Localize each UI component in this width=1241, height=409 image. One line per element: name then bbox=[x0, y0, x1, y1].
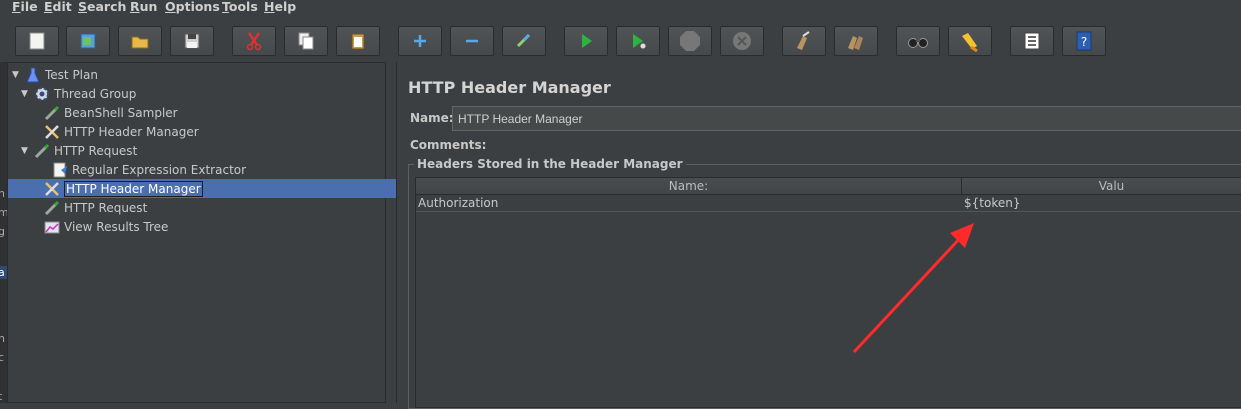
save-button[interactable] bbox=[170, 26, 214, 56]
expand-toggle-icon[interactable]: ▼ bbox=[21, 146, 33, 156]
clear-all-icon bbox=[848, 36, 863, 50]
menu-bar: File Edit Search Run Options Tools Help bbox=[0, 0, 1241, 16]
reset-search-icon bbox=[962, 33, 978, 52]
tree-node-regex-extractor[interactable]: Regular Expression Extractor bbox=[39, 160, 246, 179]
new-button[interactable] bbox=[15, 26, 59, 56]
expand-button[interactable] bbox=[398, 26, 442, 56]
open-button[interactable] bbox=[118, 26, 162, 56]
extractor-icon bbox=[51, 161, 69, 179]
help-button[interactable]: ? bbox=[1062, 26, 1106, 56]
function-helper-icon bbox=[1024, 32, 1040, 50]
start-icon bbox=[582, 34, 592, 48]
menu-file[interactable]: File bbox=[12, 0, 38, 14]
collapse-icon bbox=[466, 39, 478, 43]
panel-title: HTTP Header Manager bbox=[408, 78, 611, 97]
header-value-cell[interactable]: ${token} bbox=[962, 195, 1241, 211]
column-header-name[interactable]: Name: bbox=[416, 178, 962, 195]
sampler-icon bbox=[43, 104, 61, 122]
name-field[interactable] bbox=[452, 106, 1241, 131]
edge-text: m bbox=[0, 206, 7, 219]
function-helper-button[interactable] bbox=[1010, 26, 1054, 56]
help-icon: ? bbox=[1076, 31, 1092, 51]
tree-node-http-request[interactable]: ▼ HTTP Request bbox=[21, 141, 137, 160]
menu-tools[interactable]: Tools bbox=[222, 0, 258, 14]
stop-icon bbox=[680, 31, 700, 51]
tree-node-thread-group[interactable]: ▼ Thread Group bbox=[21, 84, 136, 103]
cut-icon bbox=[246, 32, 262, 51]
tree-node-http-request-2[interactable]: HTTP Request bbox=[31, 198, 147, 217]
clear-button[interactable] bbox=[782, 26, 826, 56]
start-button[interactable] bbox=[564, 26, 608, 56]
clear-all-button[interactable] bbox=[834, 26, 878, 56]
tree-node-http-header-manager[interactable]: HTTP Header Manager bbox=[31, 122, 199, 141]
menu-run[interactable]: Run bbox=[130, 0, 157, 14]
tree-node-test-plan[interactable]: ▼ Test Plan bbox=[12, 65, 98, 84]
stop-button[interactable] bbox=[668, 26, 712, 56]
new-icon bbox=[29, 32, 45, 50]
sampler-icon bbox=[43, 199, 61, 217]
test-plan-tree: ▼ Test Plan ▼ Thread Group BeanShell Sam… bbox=[7, 62, 408, 403]
edge-text: t bbox=[0, 390, 3, 403]
templates-button[interactable] bbox=[66, 26, 110, 56]
table-row[interactable]: Authorization ${token} bbox=[416, 195, 1241, 212]
paste-button[interactable] bbox=[336, 26, 380, 56]
shutdown-icon bbox=[733, 32, 751, 50]
toggle-button[interactable] bbox=[502, 26, 546, 56]
clear-icon bbox=[797, 31, 810, 50]
open-icon bbox=[131, 36, 149, 49]
menu-edit[interactable]: Edit bbox=[44, 0, 72, 14]
edge-text: g bbox=[0, 225, 5, 238]
name-label: Name: bbox=[410, 111, 454, 125]
menu-options[interactable]: Options bbox=[165, 0, 220, 14]
search-button[interactable] bbox=[896, 26, 940, 56]
expand-toggle-icon[interactable]: ▼ bbox=[12, 70, 24, 80]
svg-text:?: ? bbox=[1081, 35, 1087, 49]
edge-text: n bbox=[0, 332, 5, 345]
save-icon bbox=[184, 33, 200, 49]
collapse-button[interactable] bbox=[450, 26, 494, 56]
tree-node-beanshell-sampler[interactable]: BeanShell Sampler bbox=[31, 103, 178, 122]
header-name-cell[interactable]: Authorization bbox=[416, 195, 958, 211]
thread-group-icon bbox=[33, 85, 51, 103]
paste-icon bbox=[351, 33, 365, 50]
start-no-pause-button[interactable] bbox=[616, 26, 660, 56]
toolbar: ? bbox=[0, 16, 1241, 62]
menu-help[interactable]: Help bbox=[264, 0, 296, 14]
partial-side-panel: n m g a n c t bbox=[0, 62, 7, 403]
comments-label: Comments: bbox=[410, 138, 487, 152]
shutdown-button[interactable] bbox=[720, 26, 764, 56]
start-no-pause-icon bbox=[633, 34, 647, 50]
listener-icon bbox=[43, 218, 61, 236]
expand-toggle-icon[interactable]: ▼ bbox=[21, 89, 33, 99]
sampler-icon bbox=[33, 142, 51, 160]
cut-button[interactable] bbox=[232, 26, 276, 56]
headers-group: Headers Stored in the Header Manager Nam… bbox=[408, 157, 1241, 409]
headers-table: Name: Valu Authorization ${token} bbox=[415, 177, 1241, 408]
expand-icon bbox=[414, 35, 426, 47]
column-header-value[interactable]: Valu bbox=[962, 178, 1241, 195]
edge-text: n bbox=[0, 187, 5, 200]
toggle-icon bbox=[516, 33, 531, 48]
copy-button[interactable] bbox=[284, 26, 328, 56]
config-wrench-icon bbox=[43, 123, 61, 141]
test-plan-icon bbox=[24, 66, 42, 84]
tree-node-view-results-tree[interactable]: View Results Tree bbox=[31, 217, 168, 236]
tree-node-http-header-manager-selected[interactable]: HTTP Header Manager bbox=[8, 179, 408, 198]
copy-icon bbox=[298, 32, 314, 50]
search-icon bbox=[908, 38, 928, 48]
edge-text: a bbox=[0, 266, 7, 279]
templates-icon bbox=[80, 33, 96, 49]
config-wrench-icon bbox=[43, 180, 61, 198]
element-editor-panel: HTTP Header Manager Name: Comments: Head… bbox=[396, 62, 1241, 409]
headers-group-title: Headers Stored in the Header Manager bbox=[414, 157, 686, 171]
edge-text: c bbox=[0, 351, 5, 364]
menu-search[interactable]: Search bbox=[78, 0, 126, 14]
reset-search-button[interactable] bbox=[948, 26, 992, 56]
